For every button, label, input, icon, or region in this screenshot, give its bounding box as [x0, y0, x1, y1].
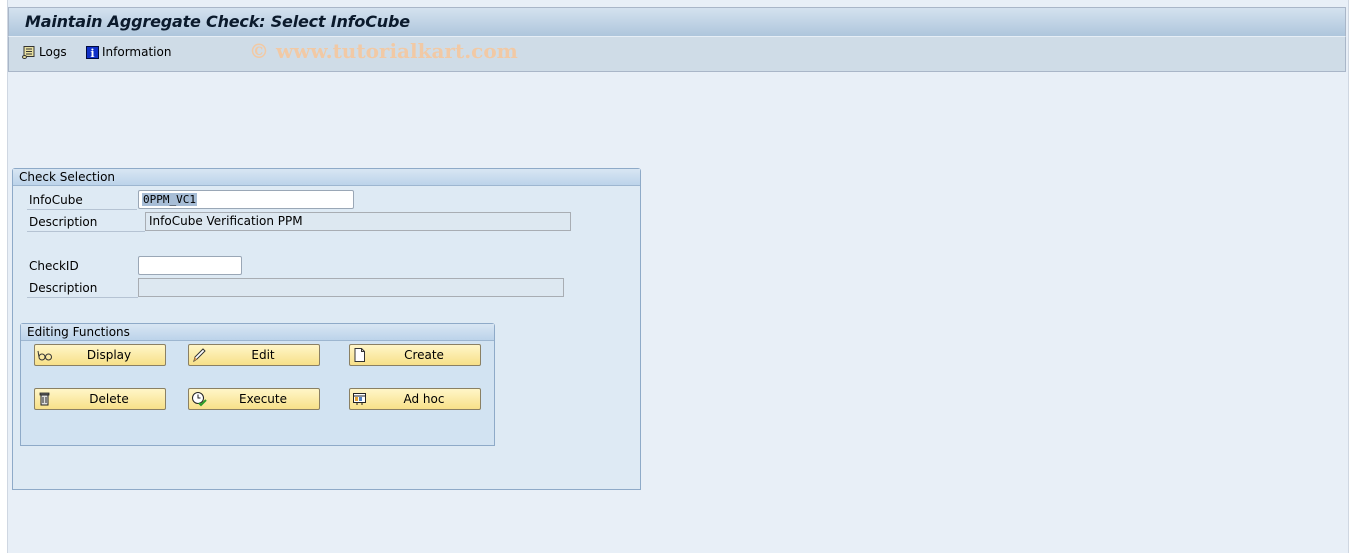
check-description-field: [138, 278, 564, 297]
editing-functions-group: Editing Functions Display Edit Create De…: [20, 323, 495, 446]
delete-label: Delete: [89, 392, 129, 406]
infocube-label: InfoCube: [27, 191, 137, 210]
check-selection-group: Check Selection InfoCube 0PPM_VC1 Descri…: [12, 168, 641, 490]
information-button[interactable]: i Information: [86, 45, 172, 60]
logs-button[interactable]: Logs: [22, 45, 67, 59]
application-toolbar: Logs i Information © www.tutorialkart.co…: [8, 37, 1346, 72]
information-label: Information: [102, 45, 172, 59]
infocube-description-field: InfoCube Verification PPM: [145, 212, 571, 231]
glasses-icon: [37, 350, 52, 361]
checkid-input[interactable]: [138, 256, 242, 275]
infocube-input[interactable]: 0PPM_VC1: [138, 190, 354, 209]
new-document-icon: [354, 348, 365, 362]
ad-hoc-label: Ad hoc: [403, 392, 445, 406]
check-selection-title: Check Selection: [13, 169, 640, 186]
create-label: Create: [404, 348, 444, 362]
sap-screen: Maintain Aggregate Check: Select InfoCub…: [7, 0, 1349, 553]
checkid-label: CheckID: [29, 259, 79, 273]
title-bar: Maintain Aggregate Check: Select InfoCub…: [8, 7, 1346, 37]
pencil-icon: [193, 348, 206, 363]
info-icon: i: [86, 45, 99, 60]
delete-button[interactable]: Delete: [34, 388, 166, 410]
check-description-label: Description: [27, 279, 138, 298]
execute-clock-icon: [192, 392, 207, 407]
infocube-value: 0PPM_VC1: [142, 193, 197, 206]
execute-label: Execute: [239, 392, 287, 406]
page-title: Maintain Aggregate Check: Select InfoCub…: [25, 12, 410, 31]
edit-label: Edit: [251, 348, 275, 362]
display-label: Display: [86, 348, 132, 362]
ad-hoc-button[interactable]: Ad hoc: [349, 388, 481, 410]
create-button[interactable]: Create: [349, 344, 481, 366]
ad-hoc-icon: [353, 393, 366, 405]
editing-functions-title: Editing Functions: [21, 324, 494, 341]
watermark: © www.tutorialkart.com: [249, 39, 518, 63]
execute-button[interactable]: Execute: [188, 388, 320, 410]
trash-icon: [39, 392, 50, 406]
scroll-icon: [22, 46, 35, 59]
display-button[interactable]: Display: [34, 344, 166, 366]
logs-label: Logs: [39, 45, 67, 59]
edit-button[interactable]: Edit: [188, 344, 320, 366]
infocube-description-label: Description: [27, 213, 145, 232]
